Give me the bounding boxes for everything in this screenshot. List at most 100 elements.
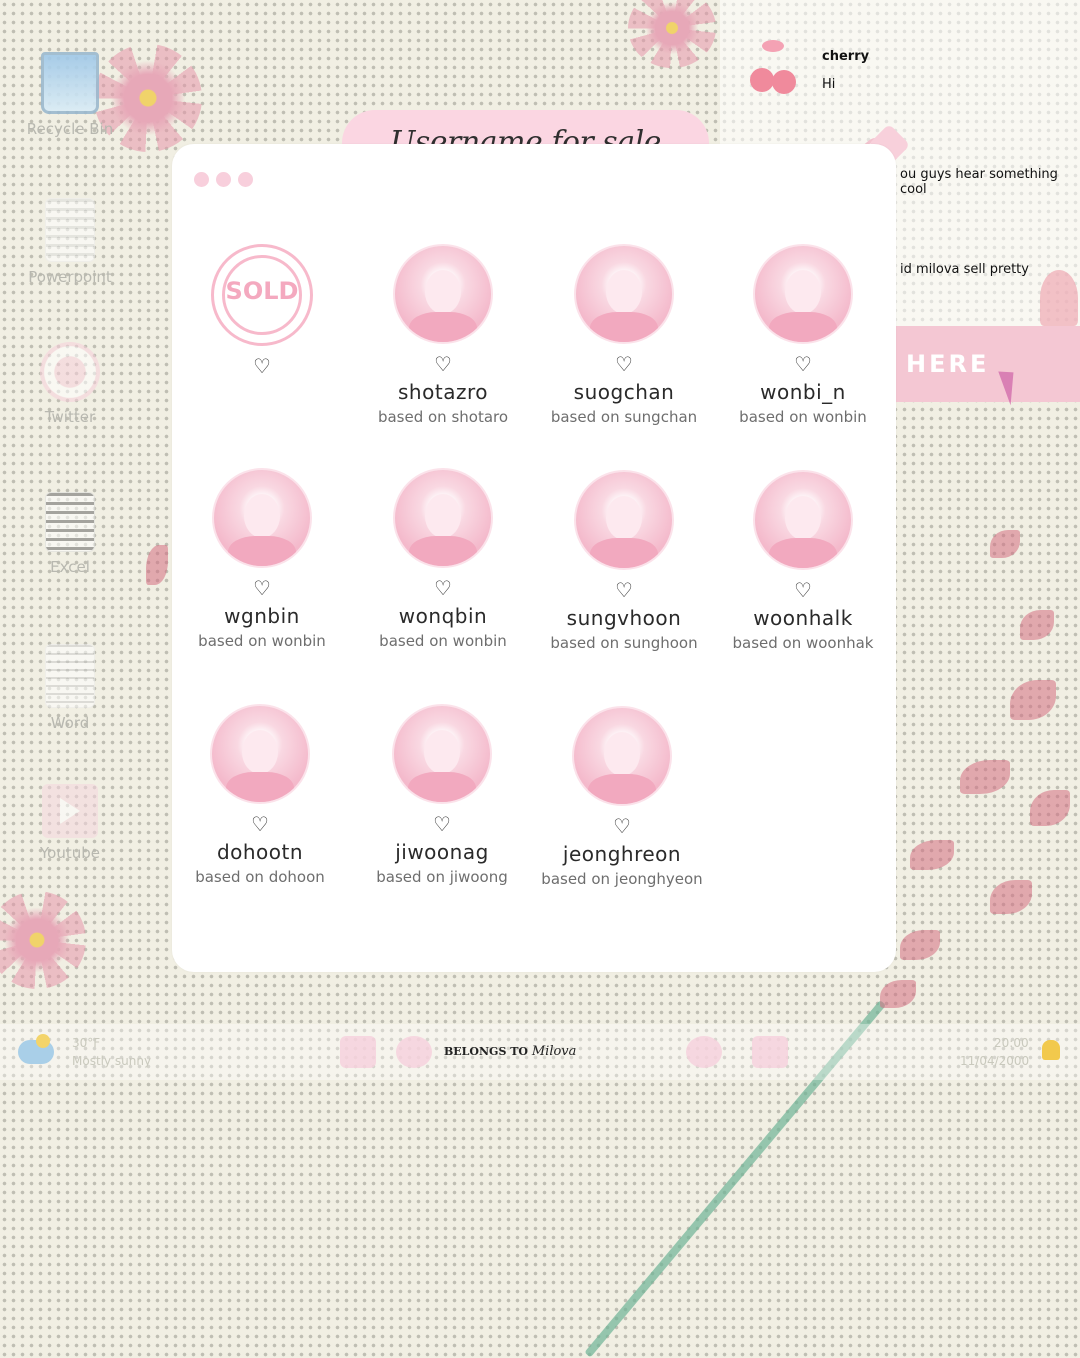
weather-temperature: 30°F bbox=[72, 1036, 101, 1050]
username-card[interactable]: ♡ jeonghreon based on jeonghyeon bbox=[532, 706, 712, 888]
desktop-icon-label: Recycle Bin bbox=[26, 120, 114, 138]
taskbar-app-button[interactable] bbox=[752, 1036, 788, 1068]
window-dot[interactable] bbox=[194, 172, 209, 187]
cherry-avatar bbox=[746, 38, 802, 98]
sold-badge: SOLD bbox=[211, 244, 313, 346]
username-card[interactable]: ♡ wonbi_n based on wonbin bbox=[713, 244, 893, 426]
clock-date: 11/04/2000 bbox=[960, 1054, 1030, 1068]
profile-avatar bbox=[572, 706, 672, 806]
username-card[interactable]: ♡ shotazro based on shotaro bbox=[353, 244, 533, 426]
username-card[interactable]: ♡ wgnbin based on wonbin bbox=[172, 468, 352, 650]
based-on-label: based on woonhak bbox=[732, 634, 874, 652]
heart-icon[interactable]: ♡ bbox=[170, 812, 350, 836]
username-label: suogchan bbox=[573, 380, 675, 404]
profile-avatar bbox=[753, 470, 853, 570]
desktop-icon-powerpoint[interactable]: Powerpoint bbox=[20, 198, 120, 286]
username-label: jiwoonag bbox=[395, 840, 489, 864]
window-controls bbox=[194, 172, 253, 187]
profile-avatar bbox=[392, 704, 492, 804]
recycle-bin-icon bbox=[41, 52, 99, 114]
heart-icon[interactable]: ♡ bbox=[353, 352, 533, 376]
based-on-label: based on jiwoong bbox=[376, 868, 508, 886]
desktop-icon-label: Powerpoint bbox=[28, 268, 112, 286]
heart-icon[interactable]: ♡ bbox=[532, 814, 712, 838]
desktop-icon-youtube[interactable]: Youtube bbox=[20, 784, 120, 862]
heart-icon[interactable]: ♡ bbox=[172, 576, 352, 600]
window-dot[interactable] bbox=[238, 172, 253, 187]
brand-name: Milova bbox=[531, 1044, 577, 1059]
flower-decoration-bottom-left bbox=[0, 891, 86, 989]
profile-avatar bbox=[212, 468, 312, 568]
branch-leaf bbox=[960, 760, 1010, 794]
listing-window: SOLD ♡ ♡ shotazro based on shotaro ♡ suo… bbox=[172, 144, 896, 972]
heart-icon[interactable]: ♡ bbox=[352, 812, 532, 836]
taskbar-app-button[interactable] bbox=[340, 1036, 376, 1068]
flower-decoration-top bbox=[628, 0, 716, 68]
brand-signature: BELONGS TO Milova bbox=[444, 1044, 576, 1059]
heart-icon[interactable]: ♡ bbox=[713, 352, 893, 376]
banner-text: HERE bbox=[906, 350, 990, 378]
chat-message: ou guys hear something cool bbox=[900, 167, 1058, 197]
based-on-label: based on dohoon bbox=[195, 868, 325, 886]
username-card[interactable]: ♡ sungvhoon based on sunghoon bbox=[534, 470, 714, 652]
based-on-label: based on sunghoon bbox=[550, 634, 698, 652]
branch-leaf bbox=[990, 530, 1020, 558]
based-on-label: based on jeonghyeon bbox=[541, 870, 703, 888]
branch-leaf bbox=[990, 880, 1032, 914]
heart-icon[interactable]: ♡ bbox=[713, 578, 893, 602]
username-card[interactable]: ♡ dohootn based on dohoon bbox=[170, 704, 350, 886]
username-label: woonhalk bbox=[753, 606, 853, 630]
based-on-label: based on sungchan bbox=[550, 408, 698, 426]
clock-time: 20:00 bbox=[994, 1036, 1029, 1050]
window-dot[interactable] bbox=[216, 172, 231, 187]
branch-leaf bbox=[880, 980, 916, 1008]
username-label: wonbi_n bbox=[760, 380, 846, 404]
desktop-icon-recycle-bin[interactable]: Recycle Bin bbox=[20, 52, 120, 138]
word-icon bbox=[45, 644, 95, 708]
username-card[interactable]: ♡ woonhalk based on woonhak bbox=[713, 470, 893, 652]
username-card[interactable]: ♡ suogchan based on sungchan bbox=[534, 244, 714, 426]
desktop-icon-twitter[interactable]: Twitter bbox=[20, 342, 120, 426]
branch-leaf bbox=[1020, 610, 1054, 640]
username-label: sungvhoon bbox=[566, 606, 682, 630]
desktop-icon-excel[interactable]: Excel bbox=[20, 492, 120, 576]
based-on-label: based on wonbin bbox=[198, 632, 326, 650]
profile-avatar bbox=[393, 468, 493, 568]
based-on-label: based on wonbin bbox=[379, 632, 507, 650]
username-label: wonqbin bbox=[398, 604, 488, 628]
chat-message: id milova sell pretty bbox=[900, 262, 1029, 277]
excel-icon bbox=[45, 492, 95, 552]
profile-avatar bbox=[574, 244, 674, 344]
heart-icon[interactable]: ♡ bbox=[534, 352, 714, 376]
profile-avatar bbox=[393, 244, 493, 344]
based-on-label: based on wonbin bbox=[739, 408, 867, 426]
profile-avatar bbox=[574, 470, 674, 570]
desktop-icon-label: Youtube bbox=[40, 844, 100, 862]
username-label: wgnbin bbox=[224, 604, 300, 628]
heart-icon[interactable]: ♡ bbox=[353, 576, 533, 600]
heart-icon[interactable]: ♡ bbox=[534, 578, 714, 602]
based-on-label: based on shotaro bbox=[377, 408, 509, 426]
username-label: jeonghreon bbox=[562, 842, 682, 866]
taskbar-app-button[interactable] bbox=[686, 1036, 722, 1068]
chat-sender-name: cherry bbox=[822, 49, 870, 64]
youtube-icon bbox=[42, 784, 98, 838]
taskbar-app-button[interactable] bbox=[396, 1036, 432, 1068]
petal-decoration bbox=[146, 545, 168, 585]
branch-leaf bbox=[1030, 790, 1070, 826]
click-here-banner[interactable]: HERE bbox=[896, 326, 1080, 402]
chat-message: Hi bbox=[822, 77, 836, 92]
username-card[interactable]: ♡ jiwoonag based on jiwoong bbox=[352, 704, 532, 886]
profile-avatar bbox=[210, 704, 310, 804]
username-card[interactable]: SOLD ♡ bbox=[172, 244, 352, 378]
sold-label: SOLD bbox=[225, 277, 299, 305]
twitter-icon bbox=[40, 342, 100, 402]
notification-bell-icon[interactable] bbox=[1042, 1040, 1060, 1060]
weather-description: Mostly sunny bbox=[72, 1054, 152, 1068]
brand-prefix: BELONGS TO bbox=[444, 1045, 528, 1058]
heart-shoe-decoration bbox=[1040, 270, 1078, 326]
desktop-icon-word[interactable]: Word bbox=[20, 644, 120, 732]
heart-icon[interactable]: ♡ bbox=[172, 354, 352, 378]
username-card[interactable]: ♡ wonqbin based on wonbin bbox=[353, 468, 533, 650]
branch-leaf bbox=[910, 840, 954, 870]
